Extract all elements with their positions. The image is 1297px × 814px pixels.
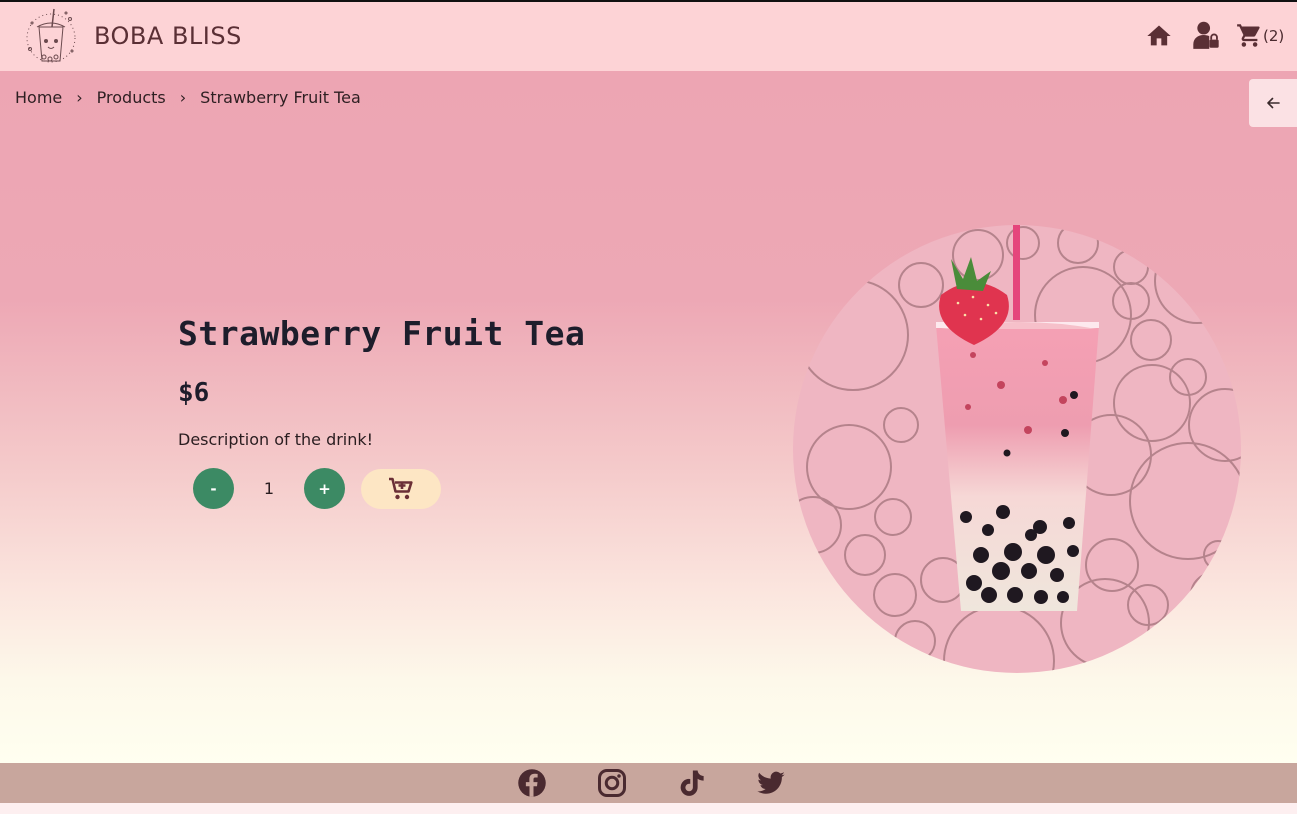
product-image — [793, 225, 1241, 673]
page-bottom — [0, 803, 1297, 814]
facebook-icon[interactable] — [517, 768, 547, 798]
site-header: BOBA BLISS (2) — [0, 2, 1297, 71]
product-title: Strawberry Fruit Tea — [178, 314, 586, 353]
decrement-button[interactable]: - — [193, 468, 234, 509]
quantity-value: 1 — [263, 479, 275, 498]
home-icon[interactable] — [1145, 22, 1173, 50]
add-to-cart-button[interactable] — [361, 468, 441, 509]
breadcrumb-current: Strawberry Fruit Tea — [200, 88, 361, 107]
tiktok-icon[interactable] — [677, 768, 707, 798]
breadcrumb-separator: › — [179, 88, 187, 107]
product-description: Description of the drink! — [178, 430, 374, 449]
breadcrumb-separator: › — [76, 88, 83, 107]
breadcrumb-products[interactable]: Products — [97, 88, 166, 107]
twitter-icon[interactable] — [756, 768, 786, 798]
boba-logo[interactable] — [22, 5, 80, 69]
instagram-icon[interactable] — [597, 768, 627, 798]
cart-icon[interactable] — [1236, 22, 1263, 49]
cart-link[interactable]: (2) — [1236, 22, 1284, 49]
account-icon[interactable] — [1192, 20, 1220, 50]
quantity-stepper: - 1 + — [193, 468, 441, 509]
arrow-left-icon — [1267, 97, 1280, 109]
product-price: $6 — [178, 378, 210, 408]
breadcrumb-home[interactable]: Home — [15, 88, 62, 107]
increment-button[interactable]: + — [304, 468, 345, 509]
breadcrumb: Home › Products › Strawberry Fruit Tea — [15, 88, 361, 107]
cart-count-badge: (2) — [1263, 26, 1285, 45]
product-detail-section: Home › Products › Strawberry Fruit Tea S… — [0, 71, 1297, 763]
back-button[interactable] — [1249, 79, 1297, 127]
brand-name[interactable]: BOBA BLISS — [94, 22, 242, 50]
cart-plus-icon — [389, 477, 413, 499]
site-footer — [0, 763, 1297, 803]
